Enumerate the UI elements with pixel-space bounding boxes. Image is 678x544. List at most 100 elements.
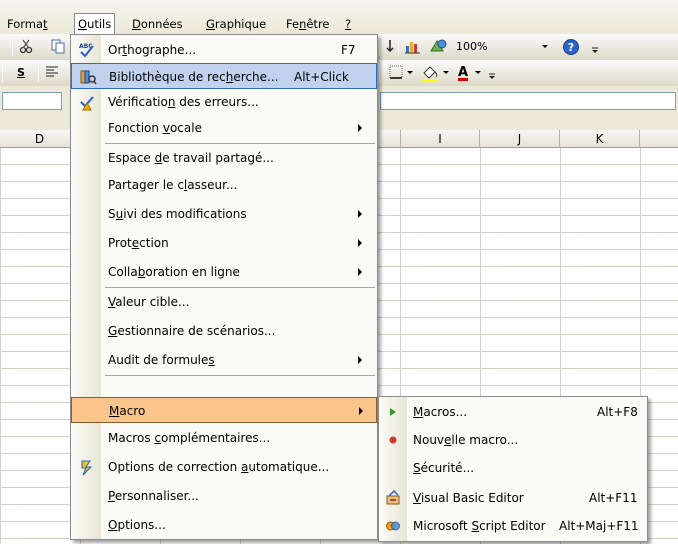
name-box[interactable] (2, 92, 62, 110)
spelling-icon: ABC (78, 41, 96, 59)
macro-submenu: Macros... Alt+F8 Nouvelle macro... Sécur… (378, 396, 648, 542)
menu-item-label: Espace de travail partagé... (108, 151, 274, 165)
menu-accel: D (132, 17, 141, 31)
menu-outils[interactable]: Outils (74, 13, 116, 35)
toolbar-separator (2, 64, 3, 82)
menu-item-correction-automatique[interactable]: Options de correction automatique... (71, 454, 377, 480)
column-header-d[interactable]: D (0, 130, 80, 148)
menu-item-valeur-cible[interactable]: Valeur cible... (71, 289, 377, 315)
fill-color-dropdown-icon[interactable] (442, 64, 450, 82)
font-color-button[interactable]: A (454, 64, 472, 82)
svg-text:?: ? (568, 41, 574, 54)
menu-item-audit-formules[interactable]: Audit de formules (71, 347, 377, 373)
submenu-item-macros[interactable]: Macros... Alt+F8 (379, 398, 647, 426)
column-header-k[interactable]: K (560, 130, 640, 148)
menu-help[interactable]: ? (342, 15, 354, 33)
menu-item-macro[interactable]: Macro (71, 397, 377, 423)
submenu-item-nouvelle-macro[interactable]: Nouvelle macro... (379, 426, 647, 454)
menu-item-collaboration-en-ligne[interactable]: Collaboration en ligne (71, 259, 377, 285)
submenu-item-script-editor[interactable]: Microsoft Script Editor Alt+Maj+F11 (379, 512, 647, 540)
menu-item-label: Audit de formules (108, 353, 215, 367)
menu-item-label: Gestionnaire de scénarios... (108, 324, 276, 338)
submenu-item-visual-basic-editor[interactable]: Visual Basic Editor Alt+F11 (379, 484, 647, 512)
submenu-item-label: Sécurité... (413, 461, 475, 475)
menu-label: utils (87, 17, 112, 31)
sort-desc-icon[interactable] (385, 38, 395, 56)
menu-separator (105, 287, 375, 288)
menu-item-orthographe[interactable]: ABC Orthographe... F7 (71, 37, 377, 63)
help-icon[interactable]: ? (562, 38, 580, 56)
menu-item-personnaliser[interactable]: Personnaliser... (71, 483, 377, 509)
toolbar-separator (12, 38, 13, 56)
menu-item-macros-complementaires[interactable]: Macros complémentaires... (71, 425, 377, 451)
menu-graphique[interactable]: Graphique (203, 15, 269, 33)
formula-input[interactable] (380, 92, 676, 110)
menu-item-bibliotheque-recherche[interactable]: Bibliothèque de recherche... Alt+Click (71, 63, 377, 89)
submenu-item-label: Nouvelle macro... (413, 433, 519, 447)
menu-item-verification-erreurs[interactable]: Vérification des erreurs... (71, 89, 377, 115)
outils-menu: ABC Orthographe... F7 Bibliothèque de re… (70, 34, 378, 540)
menu-item-label: Options de correction automatique... (108, 460, 330, 474)
menu-item-suivi-modifications[interactable]: Suivi des modifications (71, 201, 377, 227)
menu-item-options[interactable]: Options... (71, 512, 377, 538)
toolbar-options-icon[interactable] (590, 38, 600, 56)
error-check-icon (78, 93, 96, 111)
submenu-arrow-icon (358, 239, 362, 247)
menu-item-espace-travail-partage[interactable]: Espace de travail partagé... (71, 145, 377, 171)
menu-item-label: Personnaliser... (108, 489, 199, 503)
chart-wizard-icon[interactable] (404, 38, 422, 56)
vba-editor-icon (385, 489, 401, 506)
toolbar-separator (398, 38, 399, 56)
menu-bar: Format Outils Données Graphique Fenêtre … (0, 0, 678, 35)
drawing-icon[interactable] (428, 38, 448, 56)
submenu-item-shortcut: Alt+F8 (597, 405, 638, 419)
submenu-item-label: Microsoft Script Editor (413, 519, 546, 533)
menu-item-label: Fonction vocale (108, 121, 202, 135)
menu-fenetre[interactable]: Fenêtre (283, 15, 333, 33)
menu-item-label: Macro (109, 404, 146, 418)
submenu-item-shortcut: Alt+Maj+F11 (559, 519, 639, 533)
column-header-i[interactable]: I (400, 130, 480, 148)
copy-icon[interactable] (50, 38, 66, 56)
zoom-level[interactable]: 100% (456, 38, 496, 56)
align-left-icon[interactable] (44, 64, 60, 82)
menu-accel: t (43, 17, 48, 31)
menu-item-fonction-vocale[interactable]: Fonction vocale (71, 115, 377, 141)
menu-item-shortcut: Alt+Click (294, 70, 349, 84)
menu-format[interactable]: Format (4, 15, 51, 33)
column-header-j[interactable]: J (480, 130, 560, 148)
borders-dropdown-icon[interactable] (406, 64, 414, 82)
menu-item-label: Bibliothèque de recherche... (109, 70, 279, 84)
submenu-item-securite[interactable]: Sécurité... (379, 454, 647, 482)
submenu-item-label: Macros... (413, 405, 468, 419)
menu-separator (105, 143, 375, 144)
submenu-arrow-icon (358, 210, 362, 218)
font-color-dropdown-icon[interactable] (474, 64, 482, 82)
submenu-arrow-icon (358, 268, 362, 276)
toolbar-separator (379, 38, 380, 56)
menu-donnees[interactable]: Données (129, 15, 186, 33)
zoom-dropdown-icon[interactable] (540, 38, 550, 56)
menu-item-label: Options... (108, 518, 166, 532)
toolbar-options-icon[interactable] (487, 64, 497, 82)
play-icon (385, 404, 401, 420)
borders-icon[interactable] (388, 64, 404, 82)
menu-item-partager-classeur[interactable]: Partager le classeur... (71, 172, 377, 198)
menu-accel: O (78, 17, 88, 31)
submenu-arrow-icon (359, 407, 363, 415)
submenu-arrow-icon (358, 124, 362, 132)
menu-label: Fe (286, 17, 300, 31)
cut-icon[interactable] (18, 38, 34, 56)
record-icon (385, 432, 401, 448)
menu-item-gestionnaire-scenarios[interactable]: Gestionnaire de scénarios... (71, 318, 377, 344)
toolbar-separator (38, 64, 39, 82)
menu-label: raphique (214, 17, 267, 31)
underline-button[interactable]: S (14, 64, 28, 82)
menu-item-label: Partager le classeur... (108, 178, 238, 192)
menu-accel: ? (345, 17, 352, 31)
menu-item-label: Protection (108, 236, 169, 250)
submenu-arrow-icon (358, 356, 362, 364)
menu-label: être (306, 17, 330, 31)
fill-color-icon[interactable] (420, 64, 440, 82)
menu-item-protection[interactable]: Protection (71, 230, 377, 256)
